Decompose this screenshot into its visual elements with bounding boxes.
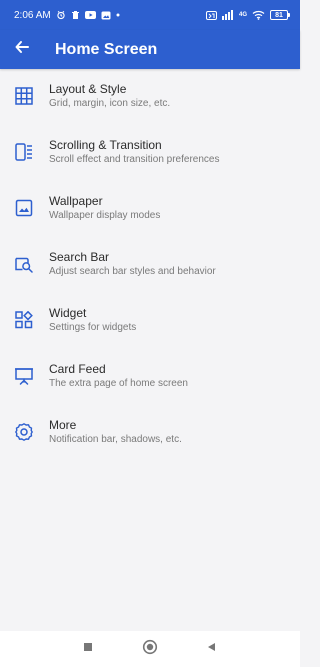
data-saver-icon xyxy=(205,10,217,20)
setting-description: Grid, margin, icon size, etc. xyxy=(49,98,171,109)
setting-widget[interactable]: Widget Settings for widgets xyxy=(0,293,300,349)
setting-scrolling-transition[interactable]: Scrolling & Transition Scroll effect and… xyxy=(0,125,300,181)
wifi-icon xyxy=(252,10,265,20)
grid-icon xyxy=(14,86,34,106)
system-navigation-bar xyxy=(0,631,300,667)
setting-description: Settings for widgets xyxy=(49,322,137,333)
battery-indicator: 81 xyxy=(270,10,290,20)
status-bar-left: 2:06 AM xyxy=(14,10,120,21)
network-type-label: 4G xyxy=(238,12,247,18)
setting-search-bar[interactable]: Search Bar Adjust search bar styles and … xyxy=(0,237,300,293)
setting-wallpaper-text: Wallpaper Wallpaper display modes xyxy=(49,194,160,222)
youtube-icon xyxy=(84,11,96,19)
setting-more[interactable]: More Notification bar, shadows, etc. xyxy=(0,405,300,461)
setting-search-bar-text: Search Bar Adjust search bar styles and … xyxy=(49,250,216,278)
recent-apps-button[interactable] xyxy=(68,637,108,661)
back-arrow-icon xyxy=(14,39,30,60)
settings-gear-icon xyxy=(14,422,34,442)
setting-description: Adjust search bar styles and behavior xyxy=(49,266,216,277)
page-title: Home Screen xyxy=(55,40,158,58)
setting-widget-text: Widget Settings for widgets xyxy=(49,306,136,334)
search-bar-icon xyxy=(14,254,34,274)
trash-icon xyxy=(71,10,80,20)
setting-card-feed-text: Card Feed The extra page of home screen xyxy=(49,362,188,390)
circle-home-icon xyxy=(142,639,158,660)
app-bar: Home Screen xyxy=(0,30,300,69)
setting-scrolling-transition-text: Scrolling & Transition Scroll effect and… xyxy=(49,138,219,166)
setting-title: More xyxy=(49,418,77,432)
home-button[interactable] xyxy=(130,637,170,661)
setting-title: Wallpaper xyxy=(49,194,103,208)
setting-description: Notification bar, shadows, etc. xyxy=(49,434,182,445)
setting-title: Layout & Style xyxy=(49,82,127,96)
setting-title: Widget xyxy=(49,306,87,320)
setting-title: Scrolling & Transition xyxy=(49,138,162,152)
setting-layout-style-text: Layout & Style Grid, margin, icon size, … xyxy=(49,82,170,110)
triangle-back-icon xyxy=(206,640,218,658)
transition-icon xyxy=(14,142,34,162)
setting-description: The extra page of home screen xyxy=(49,378,188,389)
alarm-icon xyxy=(56,10,66,20)
status-bar: 2:06 AM 4G 81 xyxy=(0,0,300,30)
cellular-signal-icon xyxy=(221,10,234,20)
widget-icon xyxy=(14,310,34,330)
square-icon xyxy=(82,640,94,658)
setting-more-text: More Notification bar, shadows, etc. xyxy=(49,418,182,446)
notification-dot-icon xyxy=(116,13,120,17)
setting-title: Card Feed xyxy=(49,362,106,376)
setting-description: Scroll effect and transition preferences xyxy=(49,154,220,165)
setting-description: Wallpaper display modes xyxy=(49,210,161,221)
back-nav-button[interactable] xyxy=(192,637,232,661)
status-bar-right: 4G 81 xyxy=(205,10,290,20)
status-time: 2:06 AM xyxy=(14,9,51,21)
wallpaper-icon xyxy=(14,198,34,218)
setting-card-feed[interactable]: Card Feed The extra page of home screen xyxy=(0,349,300,405)
gallery-icon xyxy=(101,11,111,20)
setting-layout-style[interactable]: Layout & Style Grid, margin, icon size, … xyxy=(0,69,300,125)
card-feed-icon xyxy=(14,366,34,386)
setting-wallpaper[interactable]: Wallpaper Wallpaper display modes xyxy=(0,181,300,237)
setting-title: Search Bar xyxy=(49,250,110,264)
back-button[interactable] xyxy=(12,40,32,60)
settings-list: Layout & Style Grid, margin, icon size, … xyxy=(0,69,300,461)
